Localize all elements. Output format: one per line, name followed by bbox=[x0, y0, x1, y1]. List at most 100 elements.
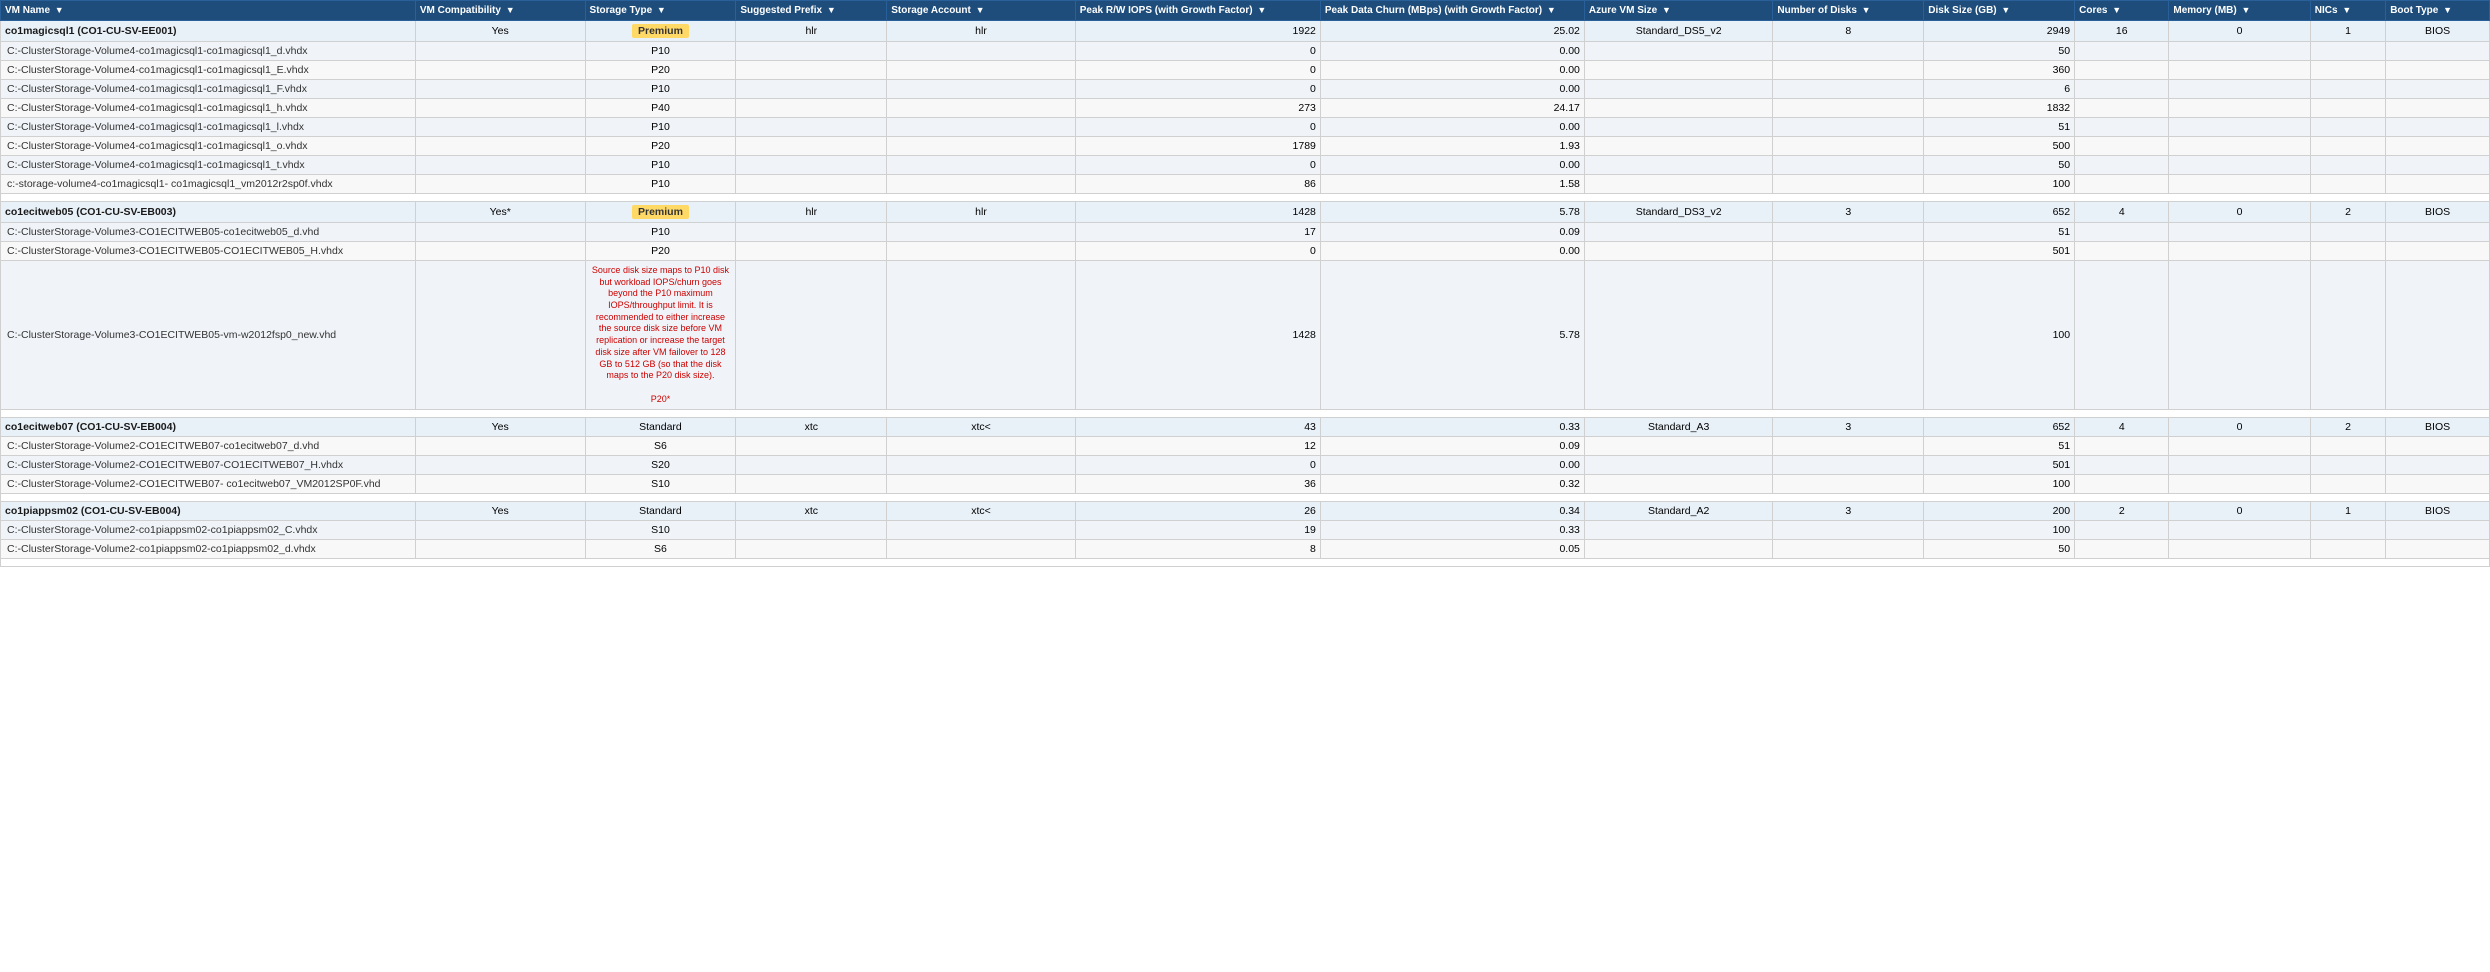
column-header-peakrw[interactable]: Peak R/W IOPS (with Growth Factor) ▼ bbox=[1075, 1, 1320, 21]
vm-disksize-cell: 200 bbox=[1924, 502, 2075, 521]
disk-name-cell: C:-ClusterStorage-Volume4-co1magicsql1-c… bbox=[1, 80, 416, 99]
disk-name-cell: C:-ClusterStorage-Volume4-co1magicsql1-c… bbox=[1, 61, 416, 80]
storage-badge: Premium bbox=[632, 24, 689, 38]
vm-peakrw-cell: 1922 bbox=[1075, 21, 1320, 42]
disk-row: C:-ClusterStorage-Volume4-co1magicsql1-c… bbox=[1, 156, 2490, 175]
storage-type-cell: Premium bbox=[585, 21, 736, 42]
vm-cores-cell: 4 bbox=[2075, 418, 2169, 437]
disk-storagetype-cell: P10 bbox=[585, 175, 736, 194]
separator-row bbox=[1, 194, 2490, 202]
sort-arrow-prefix: ▼ bbox=[827, 5, 836, 15]
disk-row: C:-ClusterStorage-Volume2-CO1ECITWEB07- … bbox=[1, 475, 2490, 494]
sort-arrow-azurevm: ▼ bbox=[1662, 5, 1671, 15]
column-header-boot[interactable]: Boot Type ▼ bbox=[2386, 1, 2490, 21]
disk-peakchurn-cell: 0.32 bbox=[1320, 475, 1584, 494]
vm-account-cell: hlr bbox=[887, 21, 1076, 42]
vm-cores-cell: 16 bbox=[2075, 21, 2169, 42]
disk-storagetype-cell: P20 bbox=[585, 242, 736, 261]
column-header-prefix[interactable]: Suggested Prefix ▼ bbox=[736, 1, 887, 21]
storage-type-cell: Premium bbox=[585, 202, 736, 223]
vm-prefix-cell: xtc bbox=[736, 502, 887, 521]
disk-disksize-cell: 501 bbox=[1924, 456, 2075, 475]
column-header-compat[interactable]: VM Compatibility ▼ bbox=[415, 1, 585, 21]
column-header-numdisks[interactable]: Number of Disks ▼ bbox=[1773, 1, 1924, 21]
column-header-disksize[interactable]: Disk Size (GB) ▼ bbox=[1924, 1, 2075, 21]
disk-row: C:-ClusterStorage-Volume4-co1magicsql1-c… bbox=[1, 99, 2490, 118]
disk-name-cell: C:-ClusterStorage-Volume4-co1magicsql1-c… bbox=[1, 99, 416, 118]
vm-azurevm-cell: Standard_DS5_v2 bbox=[1584, 21, 1773, 42]
vm-memory-cell: 0 bbox=[2169, 502, 2310, 521]
vm-row: co1ecitweb05 (CO1-CU-SV-EB003) Yes* Prem… bbox=[1, 202, 2490, 223]
disk-peakchurn-cell: 0.09 bbox=[1320, 223, 1584, 242]
disk-disksize-cell: 360 bbox=[1924, 61, 2075, 80]
disk-peakchurn-cell: 0.05 bbox=[1320, 540, 1584, 559]
disk-peakrw-cell: 17 bbox=[1075, 223, 1320, 242]
disk-disksize-cell: 50 bbox=[1924, 156, 2075, 175]
sort-arrow-compat: ▼ bbox=[506, 5, 515, 15]
sort-arrow-peakchurn: ▼ bbox=[1547, 5, 1556, 15]
vm-compat-cell: Yes bbox=[415, 21, 585, 42]
disk-name-cell: C:-ClusterStorage-Volume4-co1magicsql1-c… bbox=[1, 42, 416, 61]
disk-peakchurn-cell: 0.09 bbox=[1320, 437, 1584, 456]
column-header-vmname[interactable]: VM Name ▼ bbox=[1, 1, 416, 21]
disk-row: C:-ClusterStorage-Volume4-co1magicsql1-c… bbox=[1, 80, 2490, 99]
disk-name-cell: C:-ClusterStorage-Volume4-co1magicsql1-c… bbox=[1, 156, 416, 175]
vm-numdisks-cell: 3 bbox=[1773, 202, 1924, 223]
disk-storagetype-cell: P20 bbox=[585, 61, 736, 80]
disk-storagetype-cell: P10 bbox=[585, 42, 736, 61]
column-header-peakchurn[interactable]: Peak Data Churn (MBps) (with Growth Fact… bbox=[1320, 1, 1584, 21]
vm-boot-cell: BIOS bbox=[2386, 418, 2490, 437]
vm-nics-cell: 1 bbox=[2310, 502, 2385, 521]
column-header-cores[interactable]: Cores ▼ bbox=[2075, 1, 2169, 21]
disk-storagetype-cell: S10 bbox=[585, 521, 736, 540]
vm-account-cell: hlr bbox=[887, 202, 1076, 223]
sort-arrow-account: ▼ bbox=[976, 5, 985, 15]
disk-disksize-cell: 500 bbox=[1924, 137, 2075, 156]
column-label: Suggested Prefix bbox=[740, 5, 822, 16]
disk-peakrw-cell: 86 bbox=[1075, 175, 1320, 194]
disk-row: C:-ClusterStorage-Volume2-co1piappsm02-c… bbox=[1, 540, 2490, 559]
column-header-nics[interactable]: NICs ▼ bbox=[2310, 1, 2385, 21]
disk-peakrw-cell: 0 bbox=[1075, 80, 1320, 99]
column-label: Disk Size (GB) bbox=[1928, 5, 1996, 16]
column-header-memory[interactable]: Memory (MB) ▼ bbox=[2169, 1, 2310, 21]
vm-peakchurn-cell: 0.33 bbox=[1320, 418, 1584, 437]
vm-peakrw-cell: 26 bbox=[1075, 502, 1320, 521]
separator-row bbox=[1, 410, 2490, 418]
separator-row bbox=[1, 494, 2490, 502]
disk-disksize-cell: 100 bbox=[1924, 521, 2075, 540]
disk-peakrw-cell: 0 bbox=[1075, 61, 1320, 80]
disk-disksize-cell: 51 bbox=[1924, 223, 2075, 242]
disk-peakrw-cell: 12 bbox=[1075, 437, 1320, 456]
separator-row bbox=[1, 559, 2490, 567]
vm-account-cell: xtc< bbox=[887, 418, 1076, 437]
disk-row: C:-ClusterStorage-Volume4-co1magicsql1-c… bbox=[1, 61, 2490, 80]
column-label: Peak R/W IOPS (with Growth Factor) bbox=[1080, 5, 1253, 16]
vm-boot-cell: BIOS bbox=[2386, 21, 2490, 42]
column-header-storagetype[interactable]: Storage Type ▼ bbox=[585, 1, 736, 21]
sort-arrow-boot: ▼ bbox=[2443, 5, 2452, 15]
column-label: Azure VM Size bbox=[1589, 5, 1657, 16]
disk-storagetype-cell: S10 bbox=[585, 475, 736, 494]
storage-badge: Premium bbox=[632, 205, 689, 219]
disk-name-cell: C:-ClusterStorage-Volume3-CO1ECITWEB05-v… bbox=[1, 261, 416, 410]
column-header-azurevm[interactable]: Azure VM Size ▼ bbox=[1584, 1, 1773, 21]
storage-type-cell: Standard bbox=[585, 418, 736, 437]
column-header-account[interactable]: Storage Account ▼ bbox=[887, 1, 1076, 21]
disk-peakrw-cell: 36 bbox=[1075, 475, 1320, 494]
disk-storagetype-cell: S20 bbox=[585, 456, 736, 475]
disk-peakchurn-cell: 1.58 bbox=[1320, 175, 1584, 194]
disk-row: C:-ClusterStorage-Volume3-CO1ECITWEB05-v… bbox=[1, 261, 2490, 410]
disk-peakrw-cell: 1789 bbox=[1075, 137, 1320, 156]
disk-peakchurn-cell: 24.17 bbox=[1320, 99, 1584, 118]
disk-peakrw-cell: 273 bbox=[1075, 99, 1320, 118]
disk-storagetype-cell: S6 bbox=[585, 437, 736, 456]
sort-arrow-cores: ▼ bbox=[2112, 5, 2121, 15]
vm-nics-cell: 1 bbox=[2310, 21, 2385, 42]
disk-row: C:-ClusterStorage-Volume4-co1magicsql1-c… bbox=[1, 137, 2490, 156]
disk-storagetype-cell: P10 bbox=[585, 80, 736, 99]
disk-peakchurn-cell: 0.00 bbox=[1320, 80, 1584, 99]
disk-disksize-cell: 1832 bbox=[1924, 99, 2075, 118]
vm-name-cell: co1ecitweb07 (CO1-CU-SV-EB004) bbox=[1, 418, 416, 437]
disk-name-cell: C:-ClusterStorage-Volume2-CO1ECITWEB07- … bbox=[1, 475, 416, 494]
